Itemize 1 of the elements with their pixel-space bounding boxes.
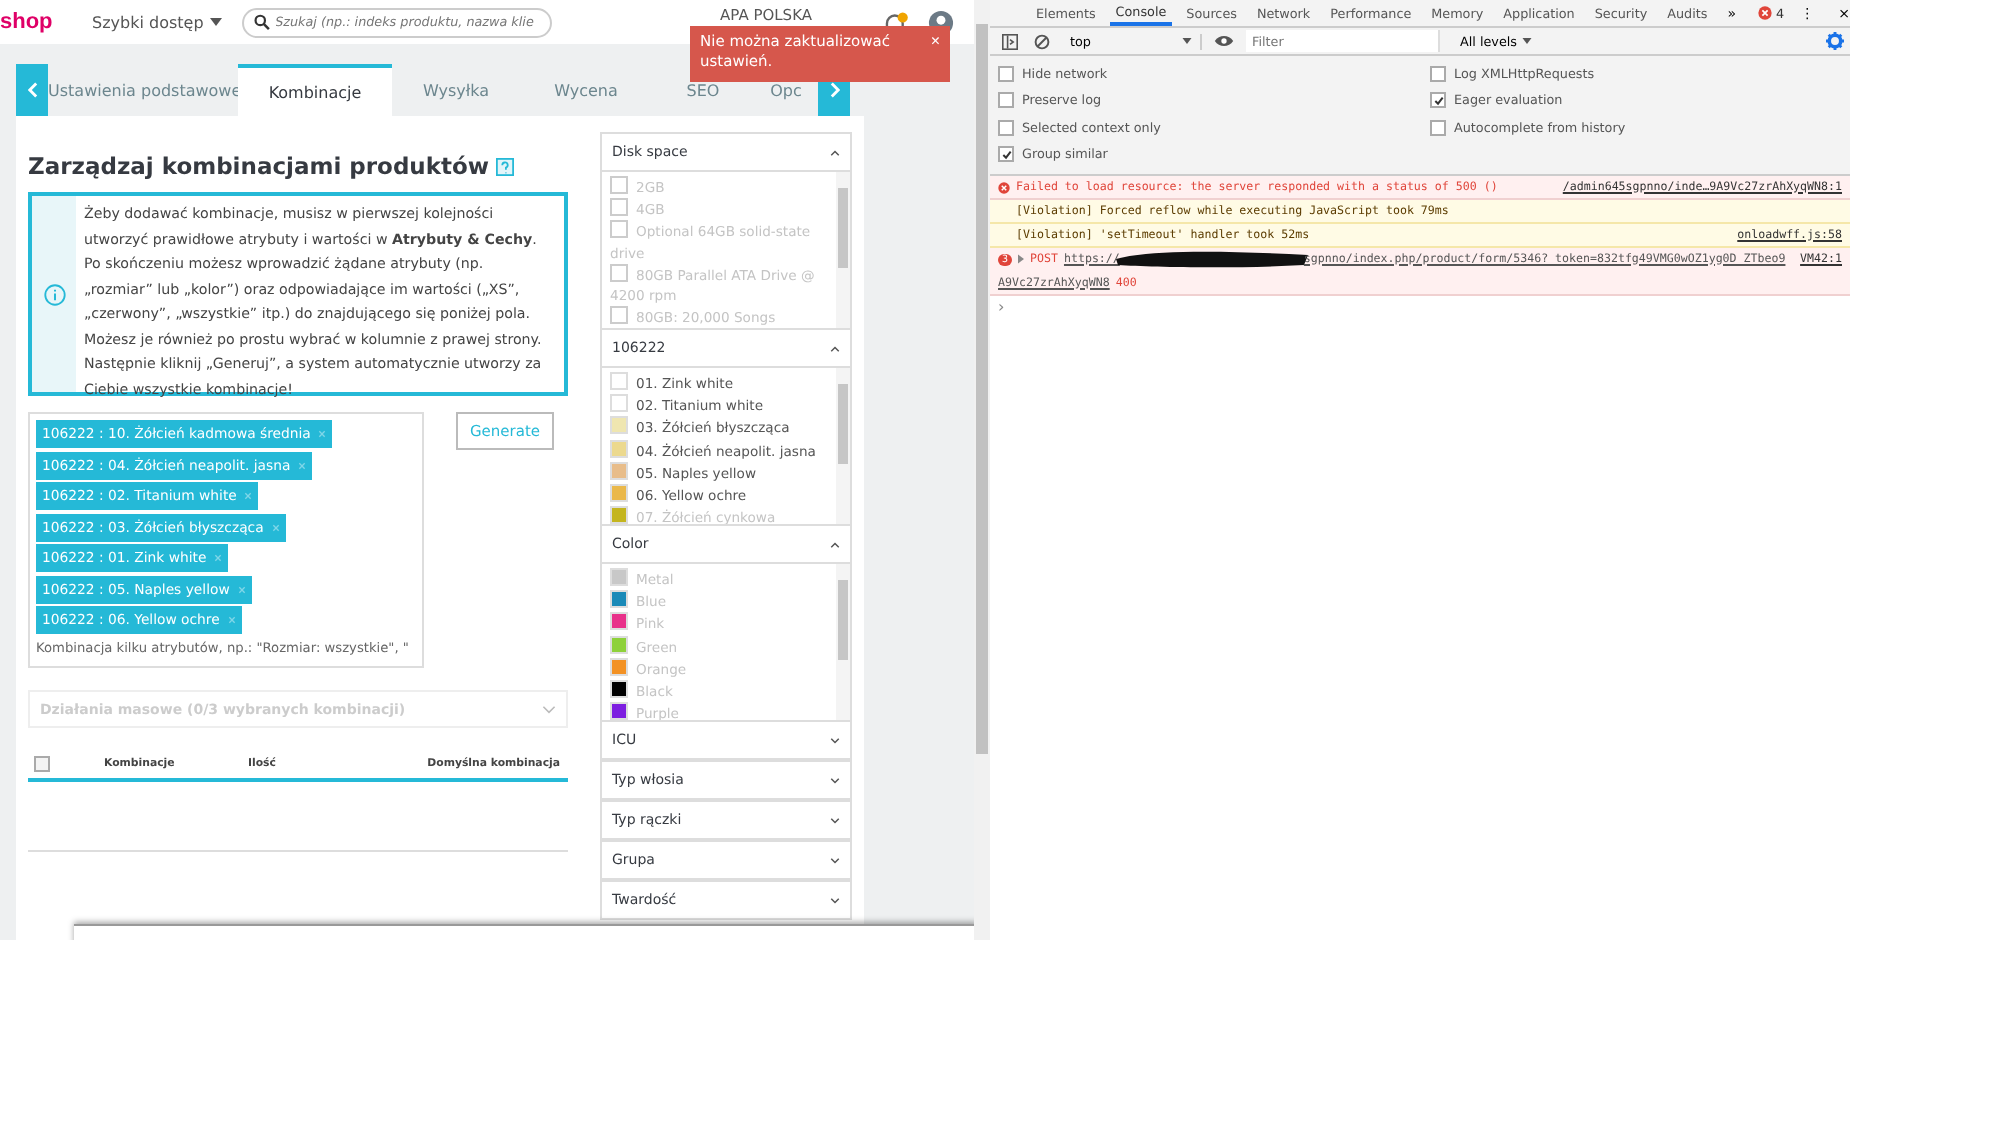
section-heading: Zarządzaj kombinacjami produktów: [28, 152, 490, 180]
